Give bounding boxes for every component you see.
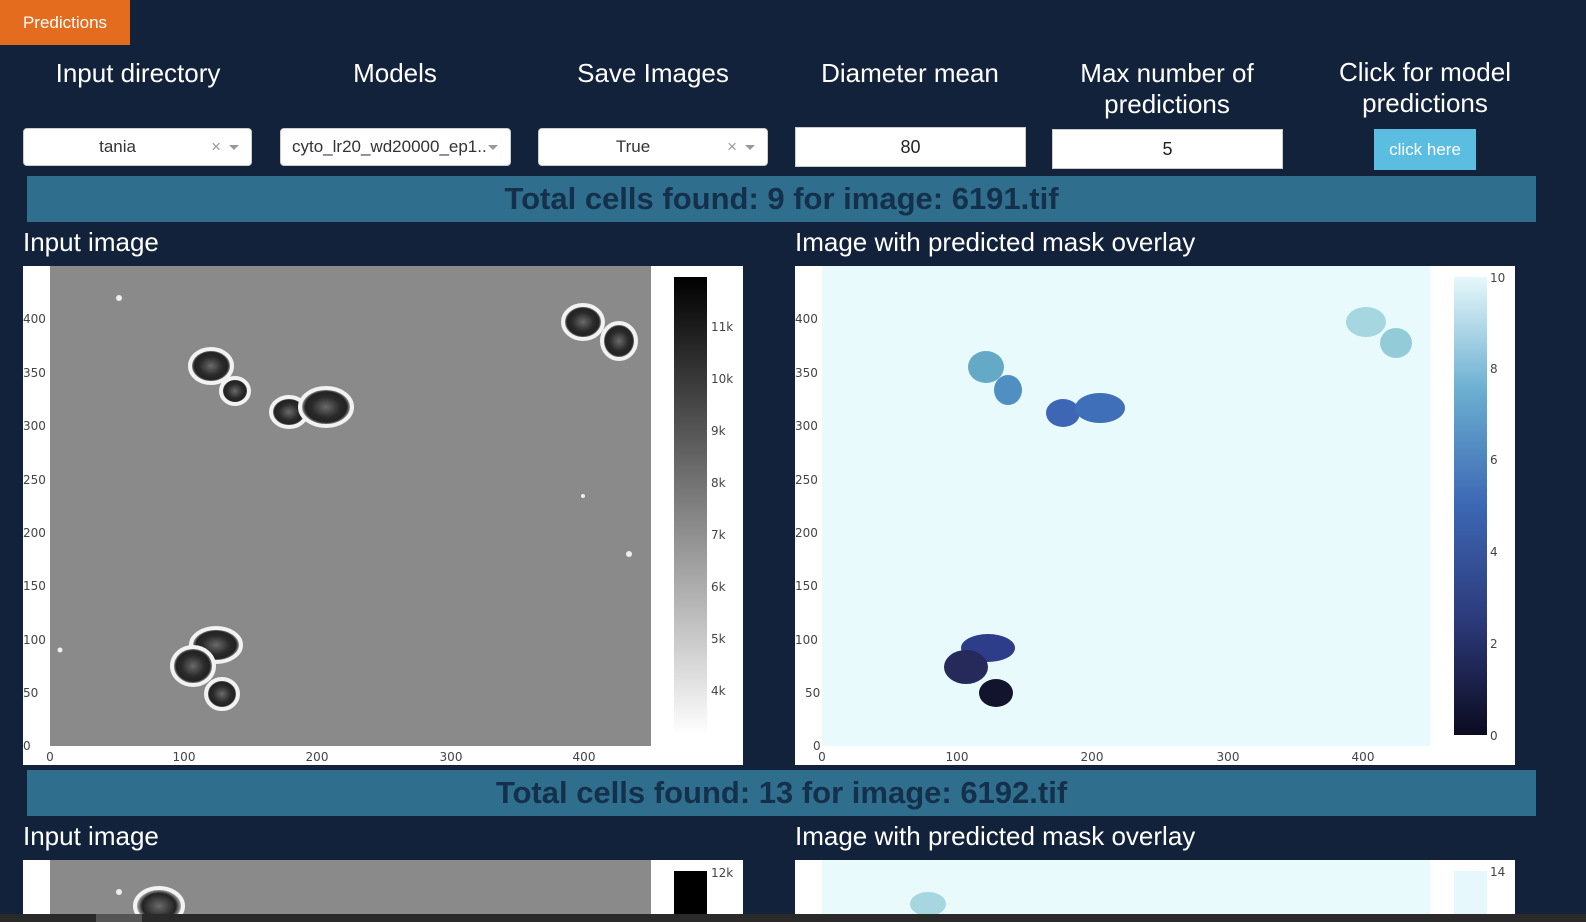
y-tick: 150 [795,579,818,593]
y-tick: 200 [23,526,46,540]
y-tick: 300 [795,419,818,433]
y-tick: 350 [795,366,818,380]
chevron-down-icon[interactable] [229,144,239,150]
result-banner: Total cells found: 13 for image: 6192.ti… [27,770,1536,816]
x-tick: 200 [306,750,329,764]
x-tick: 300 [440,750,463,764]
x-tick: 400 [573,750,596,764]
colorbar-tick: 7k [711,528,726,542]
y-tick: 100 [795,633,818,647]
y-tick: 250 [795,473,818,487]
save-images-label: Save Images [577,58,729,88]
input-directory-label: Input directory [55,58,221,88]
input-image-title: Input image [23,227,159,257]
tab-predictions[interactable]: Predictions [0,0,130,45]
colorbar-tick: 5k [711,632,726,646]
mask-image [822,860,1430,914]
save-images-dropdown[interactable]: True × [538,128,768,166]
x-axis: 0 100 200 300 400 [46,750,595,764]
chevron-down-icon[interactable] [488,144,498,150]
colorbar-tick: 10k [711,372,733,386]
input-image [50,266,651,746]
y-tick: 400 [795,312,818,326]
colorbar-tick: 6k [711,580,726,594]
colorbar-tick: 0 [1490,729,1498,743]
y-tick: 400 [23,312,46,326]
diameter-mean-input[interactable] [795,127,1026,167]
x-tick: 0 [818,750,826,764]
colorbar-tick: 4 [1490,545,1498,559]
y-tick: 50 [23,686,38,700]
mask-image [822,266,1430,746]
colorbar-tick: 9k [711,424,726,438]
save-images-value: True [615,137,651,156]
y-tick: 350 [23,366,46,380]
input-image-plot[interactable]: 0 50 100 150 200 250 300 350 400 0 100 2… [23,266,743,765]
colorbar: 0 2 4 6 8 10 [1454,271,1505,743]
chevron-down-icon[interactable] [745,144,755,150]
x-tick: 0 [46,750,54,764]
y-tick: 250 [23,473,46,487]
y-tick: 300 [23,419,46,433]
y-axis: 0 50 100 150 200 250 300 350 400 [23,312,46,753]
colorbar-tick: 8 [1490,362,1498,376]
y-tick: 0 [23,739,31,753]
mask-overlay-title: Image with predicted mask overlay [795,227,1196,257]
mask-overlay-plot[interactable]: 14 [795,860,1515,914]
mask-overlay-title: Image with predicted mask overlay [795,821,1196,851]
clear-icon[interactable]: × [727,137,737,157]
model-predictions-button[interactable]: click here [1374,129,1476,170]
max-predictions-label: Max number of predictions [1080,58,1254,119]
scrollbar-thumb[interactable] [96,914,142,922]
x-tick: 100 [173,750,196,764]
diameter-mean-label: Diameter mean [821,58,999,88]
colorbar-tick: 10 [1490,271,1505,285]
x-tick: 400 [1352,750,1375,764]
input-directory-dropdown[interactable]: tania × [23,128,252,166]
input-image [50,860,651,914]
colorbar-tick: 11k [711,320,733,334]
input-directory-value: tania [99,137,136,156]
models-label: Models [353,58,437,88]
y-tick: 200 [795,526,818,540]
x-axis: 0 100 200 300 400 [818,750,1374,764]
colorbar-tick: 14 [1490,865,1505,879]
colorbar: 14 [1454,865,1505,914]
y-tick: 150 [23,579,46,593]
model-predictions-label: Click for model predictions [1339,57,1511,118]
colorbar-tick: 6 [1490,453,1498,467]
max-predictions-input[interactable] [1052,129,1283,169]
x-tick: 200 [1081,750,1104,764]
y-tick: 100 [23,633,46,647]
models-value: cyto_lr20_wd20000_ep1... [292,137,488,156]
colorbar-tick: 12k [711,866,733,880]
colorbar: 12k [674,866,733,914]
x-tick: 100 [946,750,969,764]
input-image-plot[interactable]: 12k [23,860,743,914]
colorbar-tick: 2 [1490,637,1498,651]
input-image-title: Input image [23,821,159,851]
colorbar: 4k 5k 6k 7k 8k 9k 10k 11k [674,277,733,735]
colorbar-tick: 8k [711,476,726,490]
clear-icon[interactable]: × [211,137,221,157]
result-banner: Total cells found: 9 for image: 6191.tif [27,176,1536,222]
y-axis: 0 50 100 150 200 250 300 350 400 [795,312,821,753]
y-tick: 50 [805,686,820,700]
colorbar-tick: 4k [711,684,726,698]
horizontal-scrollbar[interactable] [0,914,1586,922]
mask-overlay-plot[interactable]: 0 50 100 150 200 250 300 350 400 0 100 2… [795,266,1515,765]
x-tick: 300 [1217,750,1240,764]
models-dropdown[interactable]: cyto_lr20_wd20000_ep1... [280,128,511,166]
